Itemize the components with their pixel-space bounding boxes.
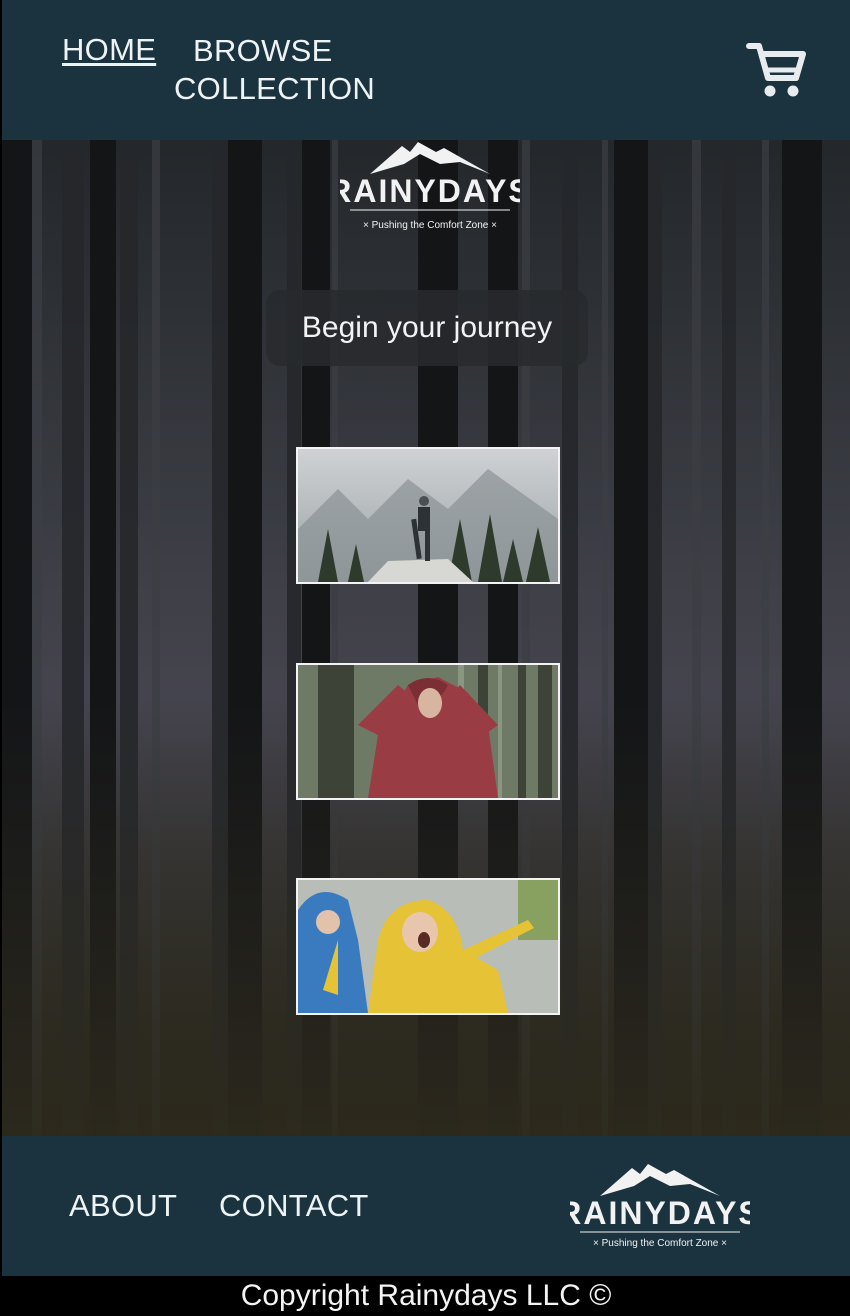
shopping-cart-icon[interactable] [746, 40, 808, 100]
copyright-text: Copyright Rainydays LLC © [2, 1276, 850, 1314]
yellow-raincoat-photo [298, 880, 558, 1013]
svg-text:× Pushing the Comfort Zone ×: × Pushing the Comfort Zone × [363, 220, 497, 231]
svg-text:RAINYDAYS: RAINYDAYS [340, 173, 520, 209]
top-navigation: HOME BROWSE COLLECTION [2, 0, 850, 140]
nav-browse-line1: BROWSE [193, 33, 333, 68]
nav-browse-collection-link[interactable]: BROWSE COLLECTION [174, 32, 376, 108]
footer-about-link[interactable]: ABOUT [69, 1188, 177, 1224]
rainydays-logo[interactable]: RAINYDAYS × Pushing the Comfort Zone × [340, 140, 520, 232]
footer-contact-link[interactable]: CONTACT [219, 1188, 369, 1224]
begin-journey-heading: Begin your journey [266, 290, 588, 366]
photo-yellow-raincoat-card[interactable] [296, 878, 560, 1015]
nav-browse-line2: COLLECTION [174, 71, 376, 106]
footer-rainydays-logo[interactable]: RAINYDAYS × Pushing the Comfort Zone × [570, 1162, 750, 1254]
hiker-photo [298, 449, 558, 582]
hero-section: RAINYDAYS × Pushing the Comfort Zone × B… [2, 140, 850, 1136]
nav-home-link[interactable]: HOME [62, 32, 156, 68]
footer: ABOUT CONTACT RAINYDAYS × Pushing the Co… [2, 1136, 850, 1276]
photo-red-jacket-card[interactable] [296, 663, 560, 800]
photo-hiker-card[interactable] [296, 447, 560, 584]
red-jacket-photo [298, 665, 558, 798]
page: HOME BROWSE COLLECTION AINYDAY × Pushing… [2, 0, 850, 1314]
svg-text:RAINYDAYS: RAINYDAYS [570, 1195, 750, 1231]
svg-text:× Pushing the Comfort Zone ×: × Pushing the Comfort Zone × [593, 1238, 727, 1249]
